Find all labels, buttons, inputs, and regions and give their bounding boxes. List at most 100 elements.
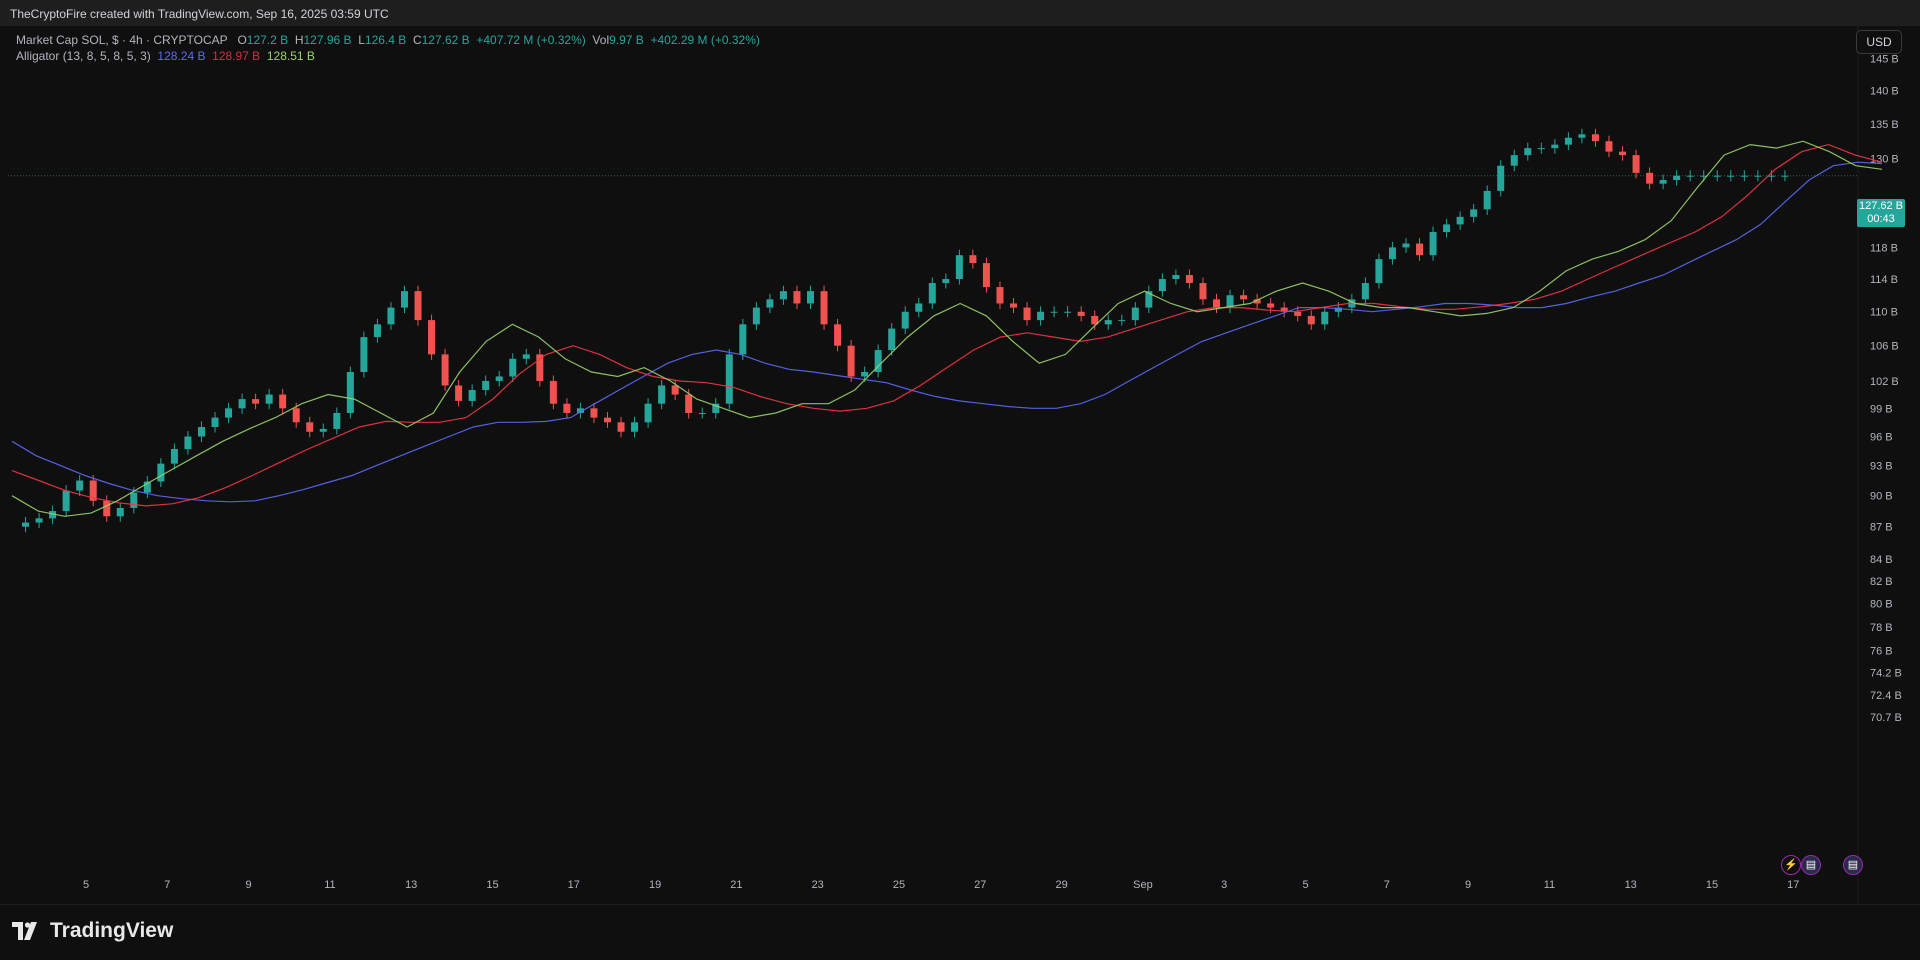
candle-body — [441, 354, 449, 386]
candle-body — [969, 255, 977, 264]
candle-body — [1388, 247, 1396, 260]
candle-body — [658, 385, 666, 404]
y-tick-label: 106 B — [1870, 341, 1899, 353]
candle-body — [1375, 259, 1383, 284]
y-tick-label: 80 B — [1870, 599, 1893, 611]
candle-body — [685, 394, 693, 413]
y-tick-label: 145 B — [1870, 54, 1899, 66]
candle-body — [861, 372, 869, 377]
symbol-title[interactable]: Market Cap SOL, $ · 4h · CRYPTOCAP — [16, 33, 227, 47]
x-tick-label: 23 — [812, 879, 824, 891]
lips-value: 128.51 B — [266, 49, 315, 63]
low-label: L — [358, 33, 365, 47]
candle-body — [455, 385, 463, 401]
x-tick-label: 9 — [246, 879, 252, 891]
candle-body — [333, 412, 341, 429]
candle-body — [1010, 303, 1018, 308]
candle-body — [482, 380, 490, 390]
candle-body — [1727, 175, 1735, 177]
us-flag-icon[interactable]: ▤ — [1801, 855, 1821, 875]
candle-body — [1754, 175, 1762, 177]
close-label: C — [412, 33, 422, 47]
candle-body — [1564, 137, 1572, 145]
candle-body — [157, 463, 165, 482]
candle-body — [1240, 295, 1248, 300]
candle-body — [1686, 175, 1694, 177]
candle-body — [1524, 148, 1532, 156]
y-tick-label: 84 B — [1870, 554, 1893, 566]
open-value: 127.2 B — [246, 33, 289, 47]
candle-body — [996, 287, 1004, 304]
change-value: +407.72 M (+0.32%) — [476, 33, 586, 47]
candle-body — [1456, 216, 1464, 225]
candle-body — [698, 412, 706, 414]
y-tick-label: 76 B — [1870, 646, 1893, 658]
candle-body — [820, 291, 828, 325]
y-tick-label: 90 B — [1870, 491, 1893, 503]
candle-body — [955, 255, 963, 280]
candle-body — [563, 403, 571, 413]
candle-body — [197, 427, 205, 437]
candle-body — [1591, 134, 1599, 142]
y-tick-label: 110 B — [1870, 307, 1898, 319]
candle-body — [847, 345, 855, 377]
candle-body — [495, 376, 503, 381]
y-tick-label: 70.7 B — [1870, 712, 1902, 724]
candle-body — [671, 385, 679, 395]
x-tick-label: 27 — [974, 879, 986, 891]
candle-body — [1213, 299, 1221, 308]
candle-body — [1158, 279, 1166, 292]
tradingview-brand[interactable]: TradingView — [12, 919, 173, 943]
candle-body — [116, 507, 124, 517]
x-tick-label: 13 — [405, 879, 417, 891]
x-tick-label: 5 — [1302, 879, 1308, 891]
candle-body — [1470, 209, 1478, 217]
candle-body — [225, 408, 233, 418]
y-tick-label: 82 B — [1870, 576, 1893, 588]
candle-body — [346, 372, 354, 413]
candle-body — [1321, 311, 1329, 325]
candle-body — [1443, 224, 1451, 232]
candle-body — [779, 291, 787, 300]
candle-body — [1267, 303, 1275, 308]
x-tick-label: 13 — [1625, 879, 1637, 891]
candle-body — [130, 492, 138, 508]
candle-body — [1510, 155, 1518, 166]
candle-body — [1307, 315, 1315, 325]
alligator-teeth-line — [11, 143, 1883, 507]
candle-body — [387, 307, 395, 325]
chart-canvas[interactable]: 145 B140 B135 B130 B122 B118 B114 B110 B… — [8, 26, 1912, 904]
open-label: O — [237, 33, 247, 47]
candle-body — [1740, 175, 1748, 177]
candle-body — [1131, 307, 1139, 321]
x-tick-label: 7 — [164, 879, 170, 891]
jaw-value: 128.24 B — [157, 49, 206, 63]
y-tick-label: 102 B — [1870, 376, 1899, 388]
candle-body — [306, 422, 314, 432]
candle-body — [806, 291, 814, 304]
indicator-title[interactable]: Alligator (13, 8, 5, 8, 5, 3) — [16, 49, 151, 63]
candle-body — [211, 417, 219, 428]
chart-frame[interactable]: 145 B140 B135 B130 B122 B118 B114 B110 B… — [8, 26, 1912, 904]
x-tick-label: 11 — [1544, 879, 1555, 891]
us-flag-icon[interactable]: ▤ — [1843, 855, 1863, 875]
candle-body — [1118, 320, 1126, 322]
candle-body — [400, 291, 408, 308]
candle-body — [292, 408, 300, 423]
candle-body — [1483, 190, 1491, 210]
x-tick-label: 11 — [324, 879, 335, 891]
candle-body — [942, 279, 950, 284]
y-tick-label: 99 B — [1870, 403, 1893, 415]
candle-body — [1064, 311, 1072, 313]
candle-body — [1605, 141, 1613, 152]
currency-button[interactable]: USD — [1856, 30, 1902, 54]
candle-body — [252, 399, 260, 404]
volume-change: +402.29 M (+0.32%) — [650, 33, 760, 47]
last-price-tag: 127.62 B 00:43 — [1857, 199, 1905, 227]
candle-body — [915, 303, 923, 312]
candle-body — [1497, 165, 1505, 191]
lightning-icon[interactable]: ⚡ — [1781, 855, 1801, 875]
candle-body — [238, 399, 246, 409]
y-tick-label: 96 B — [1870, 432, 1893, 444]
candle-body — [170, 449, 178, 464]
